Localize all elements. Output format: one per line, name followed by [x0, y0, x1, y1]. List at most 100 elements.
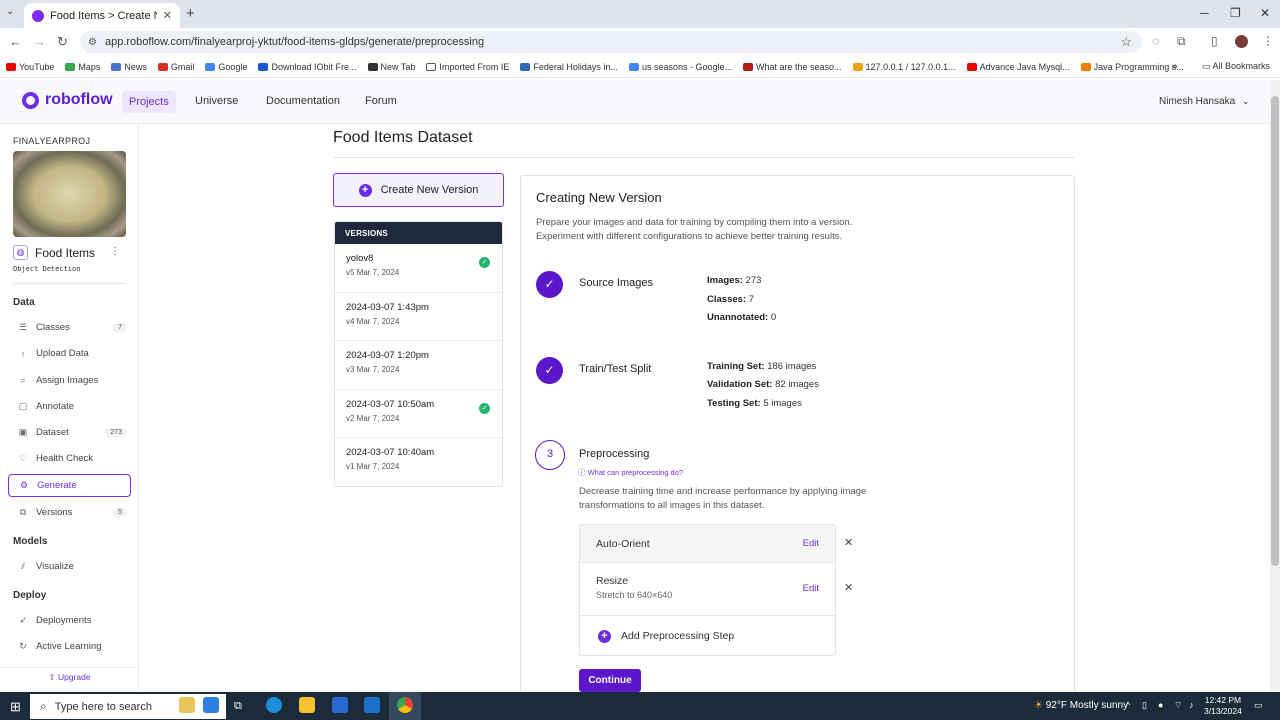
more-bookmarks-icon[interactable]: »	[1172, 61, 1178, 72]
step-name: Resize	[596, 575, 629, 587]
chrome-icon[interactable]	[397, 697, 413, 713]
scrollbar-thumb[interactable]	[1271, 96, 1279, 566]
bookmark-item[interactable]: YouTube	[6, 62, 54, 72]
step-complete-check-icon[interactable]: ✓	[536, 357, 563, 384]
show-hidden-icons[interactable]: ^	[1126, 700, 1130, 710]
roboflow-logo[interactable]: roboflow	[22, 91, 113, 109]
continue-button[interactable]: Continue	[579, 669, 641, 692]
file-explorer-icon[interactable]	[299, 697, 315, 713]
nav-forum[interactable]: Forum	[365, 95, 397, 107]
system-clock[interactable]: 12:42 PM 3/13/2024	[1204, 695, 1242, 717]
close-window-icon[interactable]: ✕	[1260, 6, 1270, 20]
all-bookmarks[interactable]: ▭ All Bookmarks	[1202, 61, 1270, 72]
bookmark-item[interactable]: News	[111, 62, 147, 72]
taskbar-app-icon[interactable]	[179, 697, 195, 713]
network-icon[interactable]: ⌔	[1174, 700, 1182, 711]
tray-icon[interactable]: ▯	[1142, 700, 1147, 711]
bookmark-item[interactable]: Maps	[65, 62, 100, 72]
step-detail: Stretch to 640×640	[596, 590, 673, 600]
back-icon[interactable]: ←	[9, 34, 22, 49]
sidebar-item-assign[interactable]: ⌕ Assign Images	[8, 369, 131, 392]
maximize-icon[interactable]: ❐	[1230, 6, 1241, 20]
profile-avatar[interactable]	[1235, 35, 1248, 48]
side-panel-icon[interactable]: ▯	[1211, 34, 1218, 48]
brand-name: roboflow	[45, 91, 113, 108]
address-bar[interactable]: ⚙ app.roboflow.com/finalyearproj-yktut/f…	[80, 31, 1142, 53]
project-thumbnail	[13, 151, 126, 237]
close-tab-icon[interactable]: ✕	[163, 9, 172, 22]
sidebar-item-versions[interactable]: ⧉ Versions 5	[8, 501, 131, 524]
version-row[interactable]: 2024-03-07 1:20pm v3 Mar 7, 2024	[335, 341, 502, 390]
taskbar-app-icon[interactable]	[203, 697, 219, 713]
nav-projects[interactable]: Projects	[122, 91, 176, 113]
step-source-images-title[interactable]: Source Images	[579, 277, 653, 289]
bookmark-item[interactable]: New Tab	[367, 62, 415, 72]
remove-resize-icon[interactable]: ✕	[844, 581, 853, 594]
generate-icon: ⚙	[19, 480, 29, 490]
sidebar-item-dataset[interactable]: ▣ Dataset 273	[8, 421, 131, 444]
sidebar-item-annotate[interactable]: ▢ Annotate	[8, 395, 131, 418]
version-row[interactable]: 2024-03-07 10:50am v2 Mar 7, 2024 ✓	[335, 390, 502, 438]
nav-documentation[interactable]: Documentation	[266, 95, 340, 107]
browser-tab[interactable]: Food Items > Create New Versi ✕	[24, 3, 180, 28]
sidebar-item-active-learning[interactable]: ↻ Active Learning	[8, 635, 131, 658]
roboflow-favicon-icon	[32, 9, 44, 22]
mail-icon[interactable]	[364, 697, 380, 713]
app-header	[0, 80, 1270, 124]
store-icon[interactable]	[332, 697, 348, 713]
bookmark-item[interactable]: Gmail	[157, 62, 194, 72]
project-options-icon[interactable]: ⋮	[110, 246, 120, 257]
version-row[interactable]: 2024-03-07 1:43pm v4 Mar 7, 2024	[335, 293, 502, 341]
taskbar-search[interactable]: ⌕ Type here to search	[30, 694, 226, 719]
step-split-title[interactable]: Train/Test Split	[579, 363, 651, 375]
bookmarks-bar: YouTube Maps News Gmail Google Download …	[0, 56, 1280, 78]
volume-icon[interactable]: ♪	[1189, 700, 1194, 710]
minimize-icon[interactable]: ─	[1200, 6, 1209, 20]
edge-browser-icon[interactable]	[266, 697, 282, 713]
menu-kebab-icon[interactable]: ⋮	[1262, 34, 1274, 48]
nav-universe[interactable]: Universe	[195, 95, 238, 107]
version-row[interactable]: yolov8 v5 Mar 7, 2024 ✓	[335, 244, 502, 293]
sidebar-item-generate[interactable]: ⚙ Generate	[8, 474, 131, 497]
sidebar-item-health[interactable]: ♡ Health Check	[8, 447, 131, 470]
new-tab-icon[interactable]: +	[186, 5, 195, 22]
sidebar-item-deployments[interactable]: ➶ Deployments	[8, 609, 131, 632]
tray-icon[interactable]: ●	[1158, 700, 1163, 710]
forward-icon[interactable]: →	[33, 34, 46, 49]
site-info-icon[interactable]: ⚙	[88, 37, 97, 48]
bookmark-folder[interactable]: Imported From IE	[426, 62, 509, 72]
bookmark-item[interactable]: Download IObit Fre...	[258, 62, 357, 72]
weather-widget[interactable]: ☀ 92°F Mostly sunny	[1034, 700, 1128, 711]
upgrade-link[interactable]: ⇧ Upgrade	[0, 672, 139, 683]
notifications-icon[interactable]: ▭	[1254, 700, 1263, 711]
preprocessing-help-link[interactable]: ⓘ What can preprocessing do?	[578, 467, 683, 478]
edit-auto-orient-button[interactable]: Edit	[803, 538, 819, 549]
step-complete-check-icon[interactable]: ✓	[536, 271, 563, 298]
add-preprocessing-step-button[interactable]: + Add Preprocessing Step	[580, 616, 835, 655]
create-new-version-button[interactable]: + Create New Version	[333, 173, 504, 207]
user-menu[interactable]: Nimesh Hansaka ⌄	[1159, 96, 1249, 107]
project-name[interactable]: Food Items	[35, 246, 95, 260]
bookmark-item[interactable]: What are the seaso...	[743, 62, 842, 72]
plus-circle-icon: +	[358, 183, 372, 197]
bookmark-item[interactable]: Google	[205, 62, 247, 72]
sidebar-item-upload[interactable]: ↑ Upload Data	[8, 342, 131, 365]
bookmark-item[interactable]: Federal Holidays in...	[520, 62, 618, 72]
sidebar-item-classes[interactable]: ☰ Classes 7	[8, 316, 131, 339]
task-view-icon[interactable]: ⧉	[234, 700, 242, 713]
sidebar-item-visualize[interactable]: ⫽ Visualize	[8, 555, 131, 578]
version-row[interactable]: 2024-03-07 10:40am v1 Mar 7, 2024	[335, 438, 502, 486]
bookmark-star-icon[interactable]: ☆	[1120, 34, 1132, 50]
bookmark-item[interactable]: us seasons - Google...	[628, 62, 732, 72]
windows-start-icon[interactable]: ⊞	[10, 699, 21, 715]
extensions-puzzle-icon[interactable]: ⧉	[1177, 34, 1186, 49]
tab-search-icon[interactable]: ⌄	[6, 6, 14, 17]
reload-icon[interactable]: ↻	[57, 34, 68, 50]
extension-icon[interactable]: ◌	[1152, 34, 1159, 48]
bookmark-item[interactable]: 127.0.0.1 / 127.0.0.1...	[852, 62, 956, 72]
workspace-name[interactable]: FINALYEARPROJ	[13, 136, 90, 146]
remove-auto-orient-icon[interactable]: ✕	[844, 536, 853, 549]
bookmark-item[interactable]: Java Programming s...	[1080, 62, 1184, 72]
bookmark-item[interactable]: Advance Java Mysql...	[966, 62, 1070, 72]
edit-resize-button[interactable]: Edit	[803, 583, 819, 594]
